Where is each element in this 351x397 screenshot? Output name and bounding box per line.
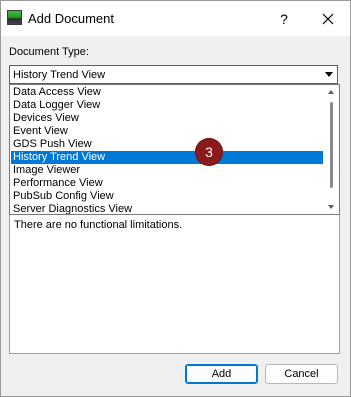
combobox-selected-value: History Trend View [13,69,106,81]
cancel-button[interactable]: Cancel [265,364,338,384]
list-item-event-view[interactable]: Event View [11,125,323,138]
close-button[interactable] [311,1,345,36]
add-button[interactable]: Add [185,364,258,384]
list-item-pubsub-config-view[interactable]: PubSub Config View [11,190,323,203]
document-type-label: Document Type: [9,46,89,58]
help-button[interactable]: ? [269,1,299,36]
list-item-history-trend-view[interactable]: History Trend View [11,151,323,164]
scroll-down-arrow-icon[interactable] [328,205,334,209]
title-bar: Add Document ? [1,1,350,36]
document-type-combobox[interactable]: History Trend View [9,65,338,84]
dropdown-scrollbar[interactable] [325,86,338,213]
add-document-dialog: Add Document ? Document Type: History Tr… [0,0,351,397]
chevron-down-icon[interactable] [325,72,333,77]
description-text: There are no functional limitations. [14,219,183,231]
document-type-dropdown-list[interactable]: Data Access View Data Logger View Device… [9,84,340,215]
step-number-badge: 3 [195,138,223,166]
list-item-data-access-view[interactable]: Data Access View [11,86,323,99]
app-document-icon [7,10,22,25]
list-item-data-logger-view[interactable]: Data Logger View [11,99,323,112]
list-item-image-viewer[interactable]: Image Viewer [11,164,323,177]
list-item-server-diagnostics-view[interactable]: Server Diagnostics View [11,203,323,214]
scrollbar-thumb[interactable] [330,102,333,188]
close-icon [322,13,334,24]
description-panel: There are no functional limitations. [9,215,340,354]
list-item-devices-view[interactable]: Devices View [11,112,323,125]
scroll-up-arrow-icon[interactable] [328,90,334,94]
dialog-title: Add Document [28,11,114,26]
list-item-performance-view[interactable]: Performance View [11,177,323,190]
list-item-gds-push-view[interactable]: GDS Push View [11,138,323,151]
